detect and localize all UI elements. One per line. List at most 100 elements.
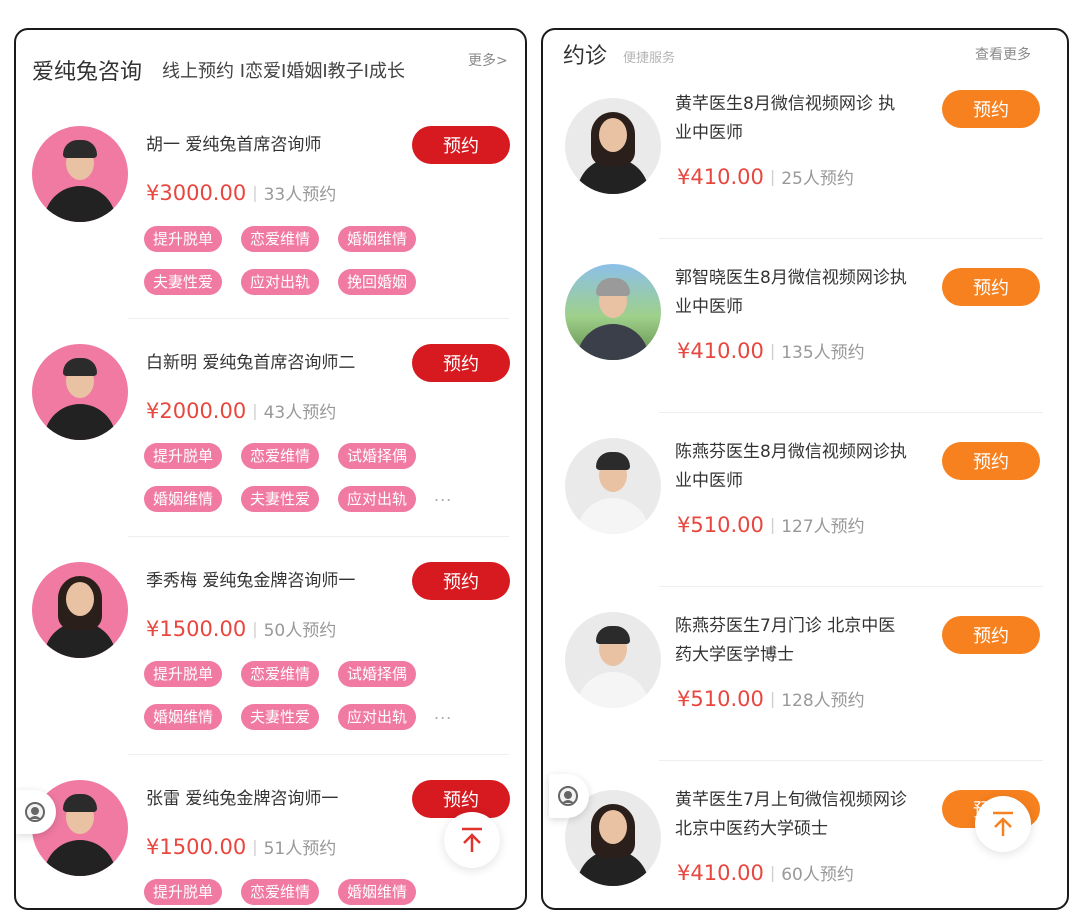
price: ¥3000.00 xyxy=(146,181,247,205)
book-button[interactable]: 预约 xyxy=(412,780,510,818)
tag[interactable]: 提升脱单 xyxy=(144,443,223,469)
separator: | xyxy=(769,341,776,360)
tag[interactable]: 应对出轨 xyxy=(338,704,417,730)
doctor-title: 陈燕芬医生8月微信视频网诊执业中医师 xyxy=(675,442,907,491)
price: ¥2000.00 xyxy=(146,399,247,423)
tag[interactable]: 试婚择偶 xyxy=(338,661,417,687)
avatar xyxy=(32,344,128,440)
doctor-title: 黄芊医生7月上旬微信视频网诊 北京中医药大学硕士 xyxy=(675,790,907,839)
tag[interactable]: 婚姻维情 xyxy=(144,486,223,512)
divider xyxy=(659,760,1043,761)
booking-count: 127人预约 xyxy=(781,517,865,537)
tag[interactable]: 婚姻维情 xyxy=(338,879,417,905)
doctor-card[interactable]: 黄芊医生8月微信视频网诊 执业中医师 预约 ¥410.00 | 25人预约 xyxy=(543,78,1067,262)
back-to-top-button[interactable] xyxy=(975,796,1031,852)
tag[interactable]: 婚姻维情 xyxy=(338,226,417,252)
book-button[interactable]: 预约 xyxy=(942,616,1040,654)
tag[interactable]: 恋爱维情 xyxy=(241,443,320,469)
price: ¥510.00 xyxy=(677,513,764,537)
doctor-title: 陈燕芬医生7月门诊 北京中医药大学医学博士 xyxy=(675,616,896,665)
price-line: ¥410.00 | 135人预约 xyxy=(677,338,865,363)
tag[interactable]: 婚姻维情 xyxy=(144,704,223,730)
panel-title: 约诊 xyxy=(563,44,608,69)
tag[interactable]: 试婚择偶 xyxy=(338,443,417,469)
booking-count: 60人预约 xyxy=(781,865,854,885)
tag[interactable]: 提升脱单 xyxy=(144,661,223,687)
price-line: ¥2000.00 | 43人预约 xyxy=(146,398,336,423)
separator: | xyxy=(252,619,258,638)
book-button[interactable]: 预约 xyxy=(412,126,510,164)
booking-count: 33人预约 xyxy=(263,185,337,205)
separator: | xyxy=(769,863,776,882)
divider xyxy=(659,586,1043,587)
book-button[interactable]: 预约 xyxy=(942,90,1040,128)
tag[interactable]: 恋爱维情 xyxy=(241,879,320,905)
view-more-link[interactable]: 查看更多 xyxy=(975,44,1031,64)
price: ¥1500.00 xyxy=(146,617,247,641)
price-line: ¥410.00 | 25人预约 xyxy=(677,164,854,189)
consultation-panel: 爱纯兔咨询 线上预约 I恋爱I婚姻I教子I成长 更多> 胡一 爱纯兔首席咨询师 … xyxy=(14,28,527,910)
consultant-card[interactable]: 白新明 爱纯兔首席咨询师二 预约 ¥2000.00 | 43人预约 提升脱单 恋爱维… xyxy=(16,316,525,534)
consultant-card[interactable]: 季秀梅 爱纯兔金牌咨询师一 预约 ¥1500.00 | 50人预约 提升脱单 恋爱维… xyxy=(16,534,525,752)
price: ¥410.00 xyxy=(677,339,764,363)
tag[interactable]: 夫妻性爱 xyxy=(144,269,223,295)
more-link[interactable]: 更多> xyxy=(468,50,508,70)
separator: | xyxy=(769,689,776,708)
panel-title: 爱纯兔咨询 xyxy=(32,60,143,85)
headset-icon xyxy=(25,802,45,822)
tag[interactable]: 夫妻性爱 xyxy=(241,486,320,512)
doctor-title: 黄芊医生8月微信视频网诊 执业中医师 xyxy=(675,94,896,143)
doctor-card[interactable]: 郭智晓医生8月微信视频网诊执业中医师 预约 ¥410.00 | 135人预约 xyxy=(543,252,1067,426)
arrow-up-icon xyxy=(993,811,1013,836)
back-to-top-button[interactable] xyxy=(444,812,500,868)
price-line: ¥510.00 | 128人预约 xyxy=(677,686,865,711)
price-line: ¥1500.00 | 50人预约 xyxy=(146,616,336,641)
consultant-card[interactable]: 胡一 爱纯兔首席咨询师 预约 ¥3000.00 | 33人预约 提升脱单 恋爱维情 … xyxy=(16,98,525,318)
book-button[interactable]: 预约 xyxy=(942,442,1040,480)
avatar xyxy=(565,438,661,534)
price: ¥410.00 xyxy=(677,861,764,885)
separator: | xyxy=(252,837,258,856)
panel-subtitle: 便捷服务 xyxy=(623,51,676,66)
booking-count: 135人预约 xyxy=(781,343,865,363)
tag[interactable]: 恋爱维情 xyxy=(241,226,320,252)
more-tags[interactable]: ... xyxy=(434,486,452,505)
arrow-up-icon xyxy=(462,827,482,852)
price: ¥510.00 xyxy=(677,687,764,711)
divider xyxy=(659,412,1043,413)
avatar xyxy=(565,264,661,360)
price: ¥410.00 xyxy=(677,165,764,189)
tag[interactable]: 提升脱单 xyxy=(144,879,223,905)
book-button[interactable]: 预约 xyxy=(412,344,510,382)
price: ¥1500.00 xyxy=(146,835,247,859)
booking-count: 25人预约 xyxy=(781,169,854,189)
more-tags[interactable]: ... xyxy=(434,704,452,723)
consultant-name: 张雷 爱纯兔金牌咨询师一 xyxy=(146,789,339,809)
doctor-card[interactable]: 陈燕芬医生7月门诊 北京中医药大学医学博士 预约 ¥510.00 | 128人预约 xyxy=(543,600,1067,774)
avatar xyxy=(565,98,661,194)
doctor-title: 郭智晓医生8月微信视频网诊执业中医师 xyxy=(675,268,907,317)
separator: | xyxy=(769,515,776,534)
tag[interactable]: 挽回婚姻 xyxy=(338,269,417,295)
tag[interactable]: 应对出轨 xyxy=(338,486,417,512)
separator: | xyxy=(252,401,258,420)
avatar xyxy=(565,612,661,708)
price-line: ¥510.00 | 127人预约 xyxy=(677,512,865,537)
booking-count: 51人预约 xyxy=(263,839,337,859)
tag[interactable]: 恋爱维情 xyxy=(241,661,320,687)
tag[interactable]: 提升脱单 xyxy=(144,226,223,252)
booking-count: 50人预约 xyxy=(263,621,337,641)
doctor-card[interactable]: 陈燕芬医生8月微信视频网诊执业中医师 预约 ¥510.00 | 127人预约 xyxy=(543,426,1067,600)
price-line: ¥3000.00 | 33人预约 xyxy=(146,180,336,205)
panel-header: 爱纯兔咨询 线上预约 I恋爱I婚姻I教子I成长 更多> xyxy=(16,30,525,100)
price-line: ¥1500.00 | 51人预约 xyxy=(146,834,336,859)
book-button[interactable]: 预约 xyxy=(942,268,1040,306)
tag[interactable]: 夫妻性爱 xyxy=(241,704,320,730)
tag[interactable]: 应对出轨 xyxy=(241,269,320,295)
consultant-name: 白新明 爱纯兔首席咨询师二 xyxy=(146,353,356,373)
separator: | xyxy=(769,167,776,186)
avatar xyxy=(32,126,128,222)
book-button[interactable]: 预约 xyxy=(412,562,510,600)
consultant-name: 季秀梅 爱纯兔金牌咨询师一 xyxy=(146,571,356,591)
price-line: ¥410.00 | 60人预约 xyxy=(677,860,854,885)
